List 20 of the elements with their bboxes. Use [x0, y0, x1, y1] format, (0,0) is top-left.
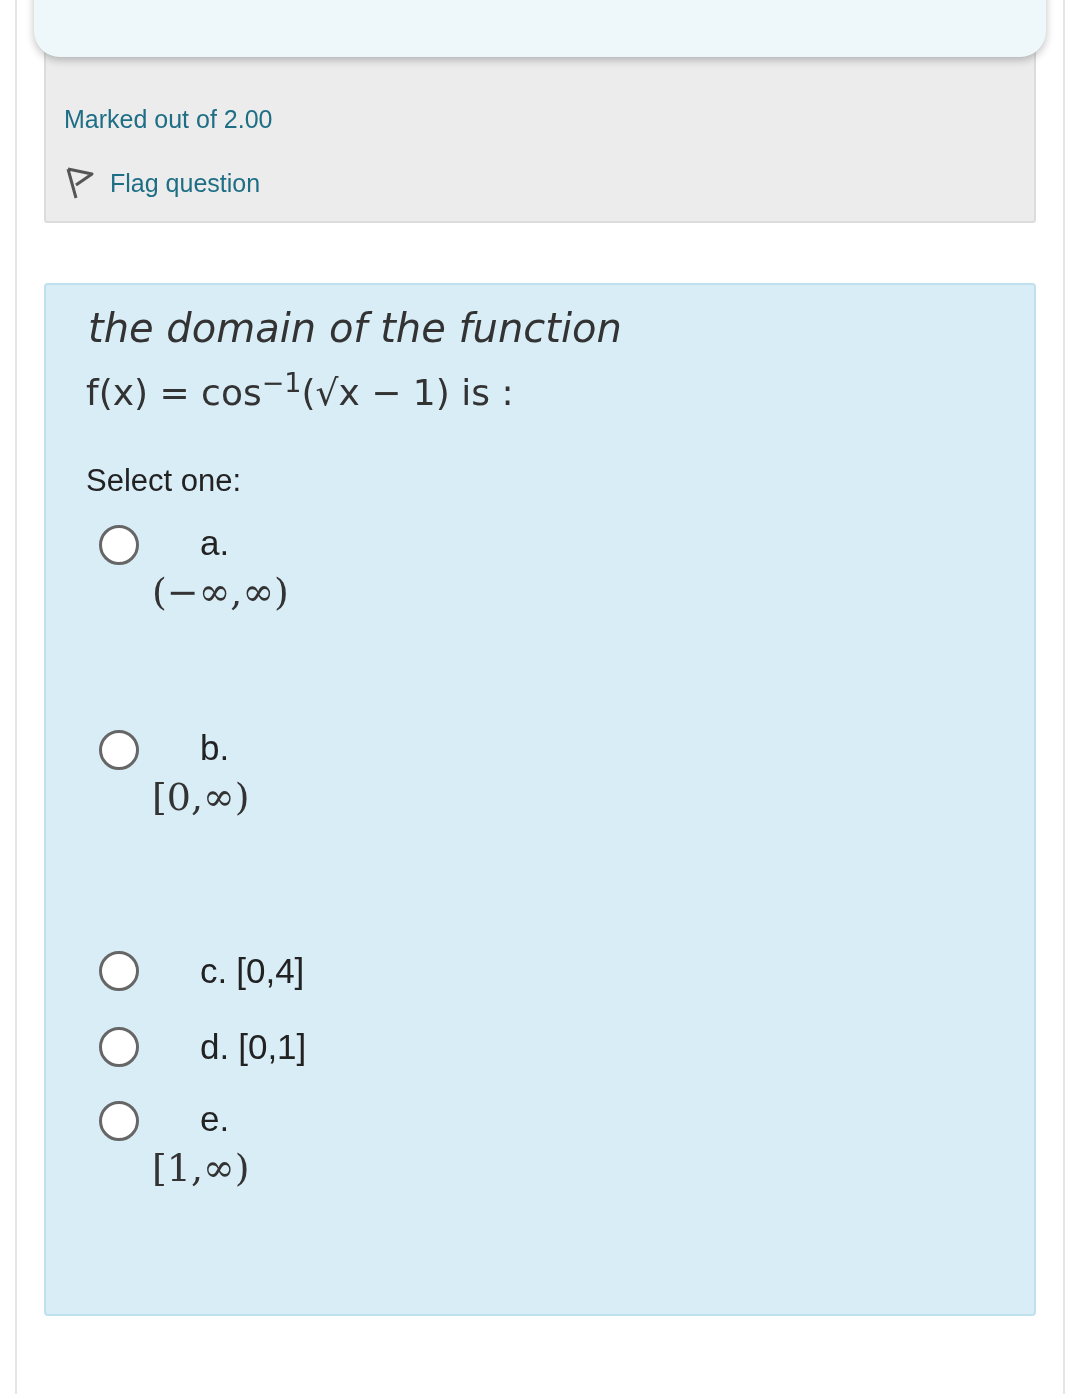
- option-letter: b.: [200, 728, 230, 768]
- radio-button[interactable]: [99, 525, 139, 565]
- question-formula: f(x) = cos$^{−1}$(√x − 1) is :: [86, 365, 514, 415]
- select-one-text: Select one:: [86, 462, 243, 500]
- flag-question-link[interactable]: Flag question: [64, 166, 261, 200]
- option-letter: c.: [200, 951, 228, 991]
- option-answer: [0,4]: [236, 951, 305, 991]
- radio-button[interactable]: [99, 1101, 139, 1141]
- option-answer: [0,∞): [152, 774, 250, 821]
- option-answer: (−∞,∞): [152, 569, 289, 616]
- question-text: the domain of the function: [88, 304, 623, 353]
- radio-button[interactable]: [99, 951, 139, 991]
- radio-button[interactable]: [99, 1027, 139, 1067]
- option-answer: [0,1]: [238, 1027, 307, 1067]
- option-answer: [1,∞): [152, 1145, 250, 1192]
- option-letter: d.: [200, 1027, 230, 1067]
- option-letter: a.: [200, 523, 230, 563]
- option-letter: e.: [200, 1099, 230, 1139]
- radio-button[interactable]: [99, 730, 139, 770]
- marks-text: Marked out of 2.00: [64, 104, 273, 134]
